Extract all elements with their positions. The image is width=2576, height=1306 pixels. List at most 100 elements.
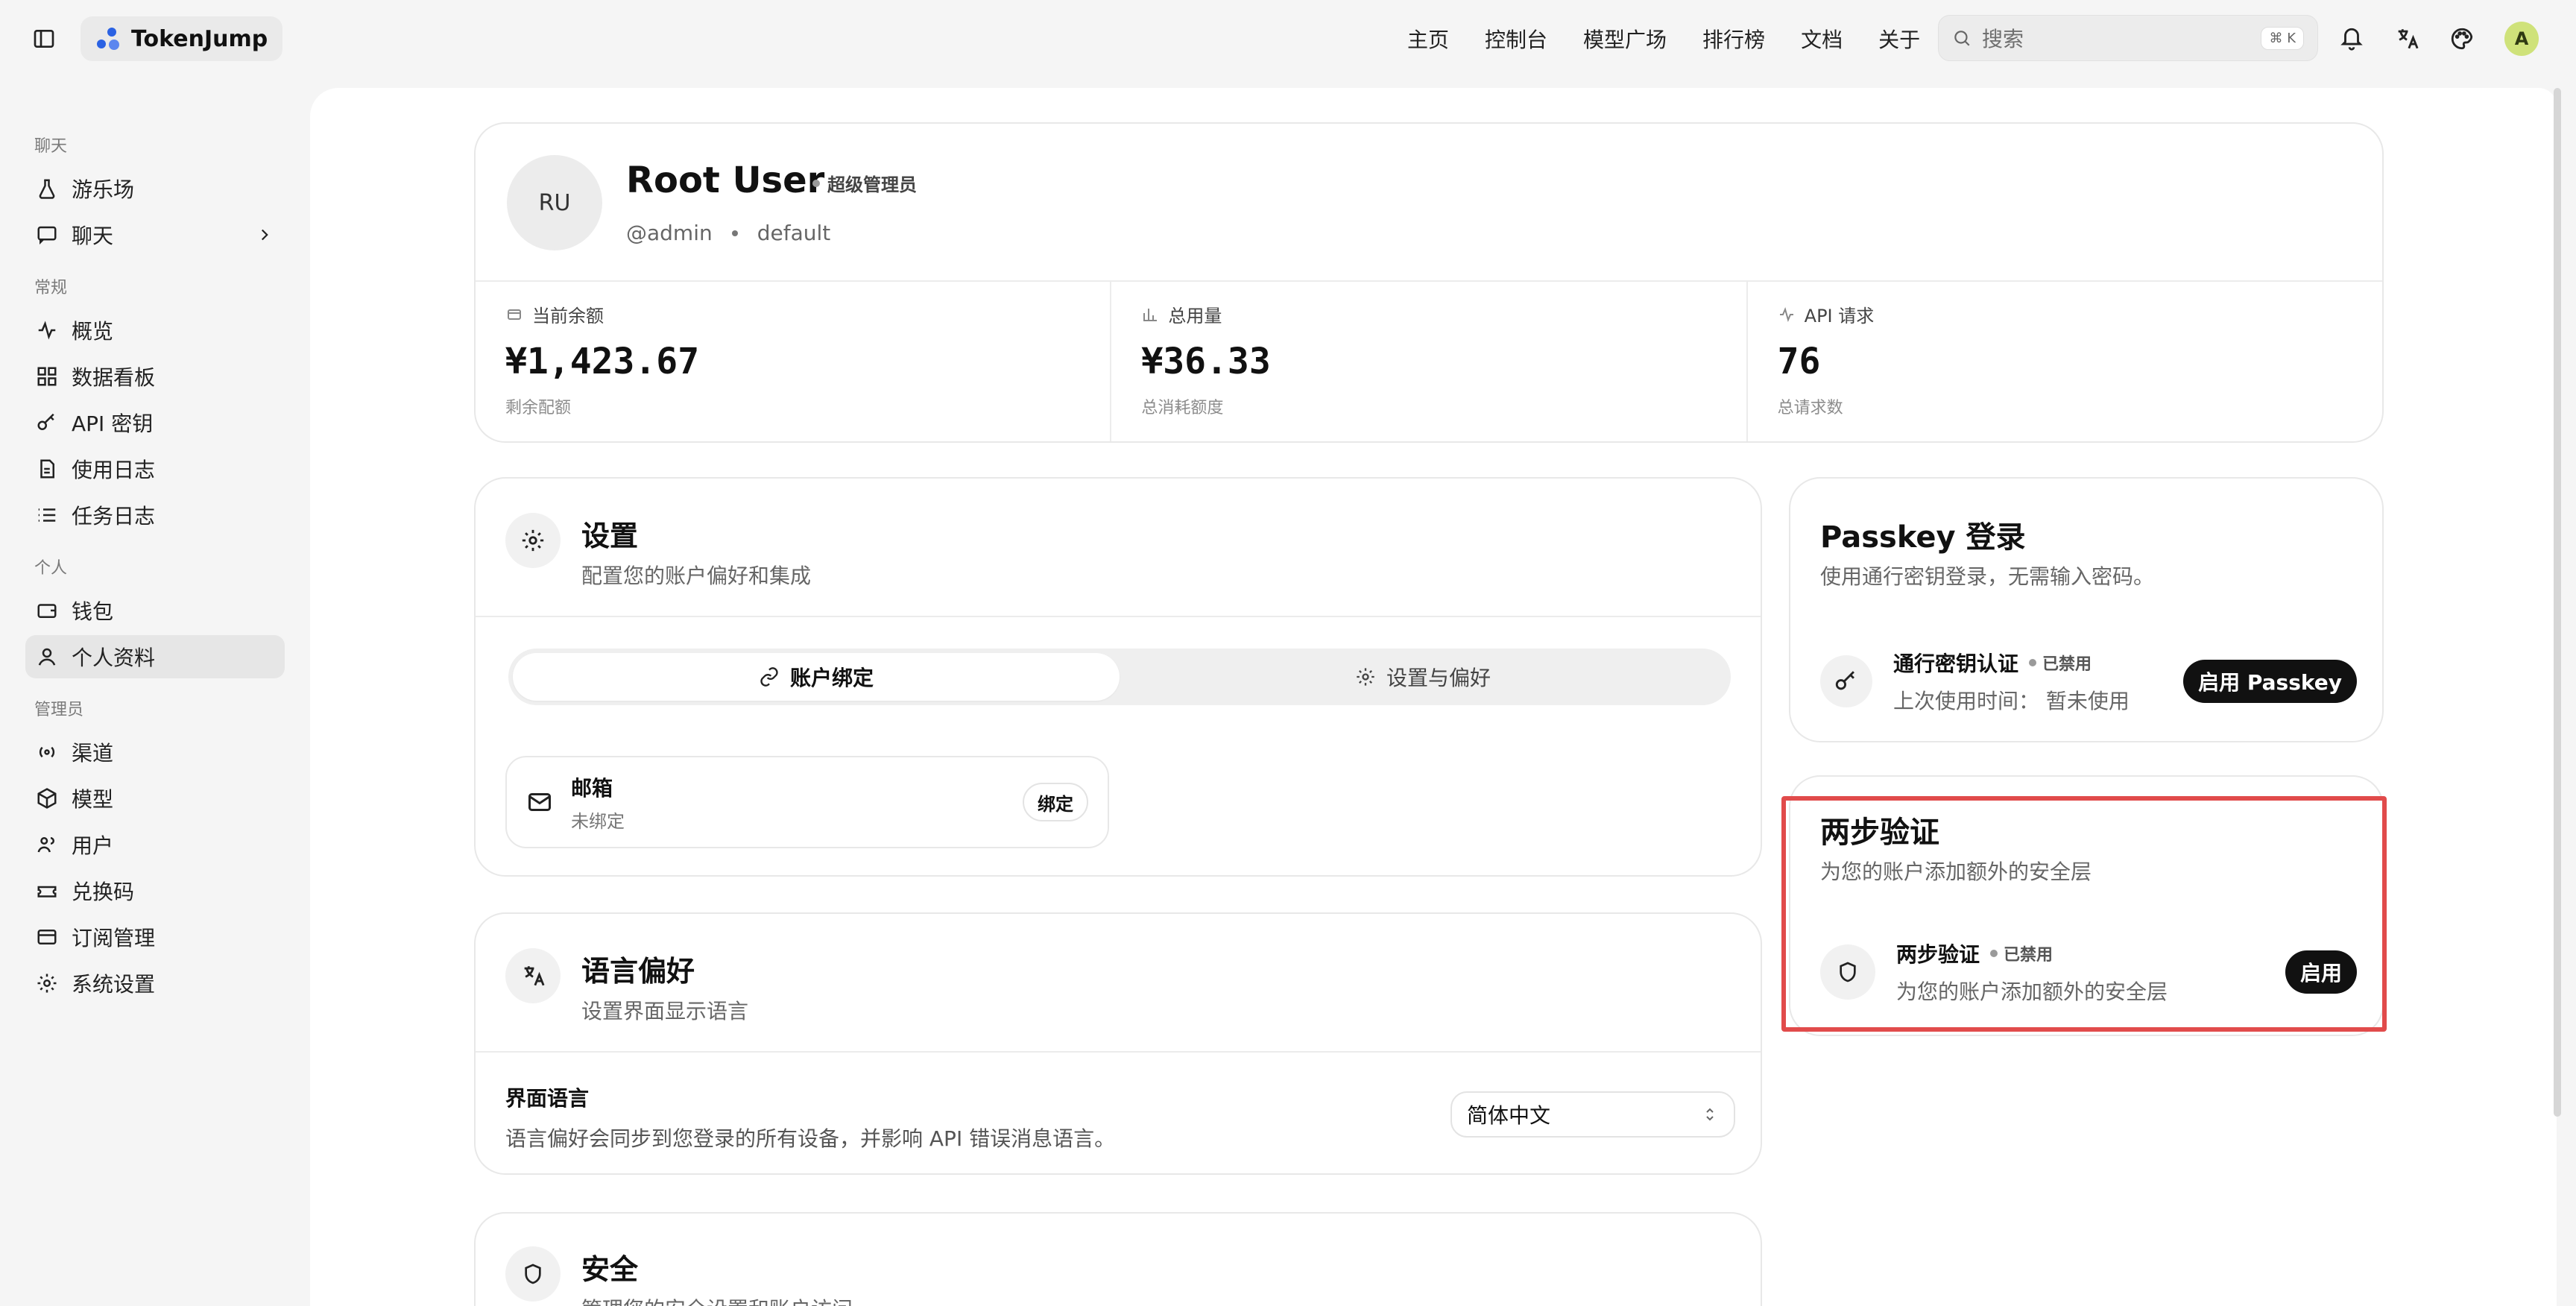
tab-label: 账户绑定 [789,666,874,690]
settings-header: 设置 配置您的账户偏好和集成 [505,513,811,590]
passkey-icon-wrap [1820,655,1872,707]
bar-chart-icon [1143,308,1158,321]
sidebar-item-playground[interactable]: 游乐场 [25,167,285,210]
nav-console[interactable]: 控制台 [1485,24,1547,54]
sidebar-item-label: 聊天 [72,224,114,248]
status-label: 已禁用 [2004,946,2053,965]
status-dot [1990,950,1998,957]
stat-label-text: 当前余额 [532,306,604,326]
security-header: 安全 管理您的安全设置和账户访问 [505,1246,853,1306]
translate-icon[interactable] [2394,26,2419,51]
bind-email-button[interactable]: 绑定 [1023,783,1088,821]
twofa-row-title: 两步验证 [1896,942,1980,967]
sidebar-item-profile[interactable]: 个人资料 [25,635,285,678]
gear-icon [1357,668,1374,686]
sidebar-item-system-settings[interactable]: 系统设置 [25,962,285,1005]
sidebar-item-redeem-codes[interactable]: 兑换码 [25,869,285,912]
brand[interactable]: TokenJump [80,16,283,61]
role-label: 超级管理员 [827,174,917,195]
sidebar-item-models[interactable]: 模型 [25,777,285,820]
sidebar-item-dashboard[interactable]: 数据看板 [25,355,285,398]
user-group: default [757,221,831,245]
nav-leaderboard[interactable]: 排行榜 [1702,24,1765,54]
profile-card: RU Root User 超级管理员 @admin default 当前余额 ¥… [474,122,2384,443]
shield-icon [525,1264,541,1284]
nav-home[interactable]: 主页 [1407,24,1449,54]
sidebar-item-api-keys[interactable]: API 密钥 [25,401,285,444]
role-badge: 超级管理员 [812,170,917,196]
interface-language-row: 界面语言 语言偏好会同步到您登录的所有设备，并影响 API 错误消息语言。 简体… [505,1082,1735,1154]
enable-passkey-button[interactable]: 启用 Passkey [2183,660,2357,703]
link-icon [760,667,778,687]
twofa-icon-wrap [1820,944,1875,1000]
sidebar-item-label: 用户 [72,833,114,858]
search-input[interactable]: 搜索 ⌘ K [1938,15,2318,61]
nav-about[interactable]: 关于 [1878,24,1920,54]
passkey-subtitle: 使用通行密钥登录，无需输入密码。 [1820,564,2155,589]
sidebar-item-channels[interactable]: 渠道 [25,731,285,774]
gear-icon [522,529,544,552]
button-label: 启用 Passkey [2198,670,2342,695]
settings-icon-wrap [505,513,561,568]
search-icon [1954,31,1970,46]
user-meta: @admin default [626,221,830,245]
email-status: 未绑定 [571,810,625,832]
enable-2fa-button[interactable]: 启用 [2285,950,2357,994]
avatar-initials: RU [538,189,571,216]
brand-name: TokenJump [131,25,268,52]
nav-docs[interactable]: 文档 [1801,24,1843,54]
security-card: 安全 管理您的安全设置和账户访问 [474,1212,1762,1306]
status-badge: 已禁用 [1990,941,2053,965]
twofa-title: 两步验证 [1820,816,1939,850]
tab-account-binding[interactable]: 账户绑定 [513,653,1120,701]
flask-icon [39,179,55,199]
scrollbar[interactable] [2554,88,2561,1117]
tab-settings-preferences[interactable]: 设置与偏好 [1120,653,1726,701]
sidebar-item-subscriptions[interactable]: 订阅管理 [25,915,285,959]
two-factor-card: 两步验证 为您的账户添加额外的安全层 两步验证 已禁用 为您的账户添加额外的安全… [1789,775,2384,1036]
dashboard-icon [37,367,57,386]
palette-icon[interactable] [2449,26,2475,51]
avatar-letter: A [2514,28,2529,49]
sidebar-item-chat[interactable]: 聊天 [25,213,285,256]
sidebar-item-label: 任务日志 [72,504,156,529]
nav-model-market[interactable]: 模型广场 [1583,24,1667,54]
sidebar-item-usage-logs[interactable]: 使用日志 [25,447,285,490]
user-avatar-button[interactable]: A [2504,22,2539,56]
stat-label: 当前余额 [505,301,1080,327]
bell-icon[interactable] [2339,26,2364,51]
gear-icon [37,974,57,993]
last-used-label: 上次使用时间： [1893,689,2040,713]
passkey-card: Passkey 登录 使用通行密钥登录，无需输入密码。 通行密钥认证 已禁用 上… [1789,477,2384,742]
sidebar-item-overview[interactable]: 概览 [25,309,285,352]
language-selected: 简体中文 [1467,1103,1551,1128]
language-card: 语言偏好 设置界面显示语言 界面语言 语言偏好会同步到您登录的所有设备，并影响 … [474,912,1762,1175]
sidebar-item-label: 使用日志 [72,458,156,482]
sidebar-item-users[interactable]: 用户 [25,823,285,866]
brand-logo-icon [95,26,121,51]
last-used-value: 暂未使用 [2045,689,2130,713]
stat-label-text: API 请求 [1804,306,1875,326]
language-select[interactable]: 简体中文 [1450,1091,1735,1138]
sidebar-group-title-general: 常规 [34,279,68,297]
sidebar-item-label: 个人资料 [72,646,156,670]
wallet-icon [508,309,521,320]
language-subtitle: 设置界面显示语言 [581,999,749,1023]
stat-value: ¥36.33 [1141,341,1271,382]
sidebar-toggle-button[interactable] [27,22,61,56]
sidebar-item-label: 模型 [72,787,114,812]
sidebar-item-wallet[interactable]: 钱包 [25,589,285,632]
top-nav: 主页 控制台 模型广场 排行榜 文档 关于 [1407,0,1920,78]
chat-icon [37,226,57,245]
stat-total-usage: 总用量 ¥36.33 总消耗额度 [1111,282,1748,441]
sidebar-item-task-logs[interactable]: 任务日志 [25,493,285,537]
status-dot [2029,659,2037,666]
passkey-row-title-wrap: 通行密钥认证 已禁用 [1893,648,2130,678]
list-icon [38,508,56,522]
stat-balance: 当前余额 ¥1,423.67 剩余配额 [476,282,1112,441]
twofa-row: 两步验证 已禁用 为您的账户添加额外的安全层 启用 [1820,936,2357,1008]
twofa-row-desc: 为您的账户添加额外的安全层 [1896,979,2168,1004]
cube-icon [37,788,57,809]
role-dot [812,179,820,187]
key-icon [1835,671,1854,690]
